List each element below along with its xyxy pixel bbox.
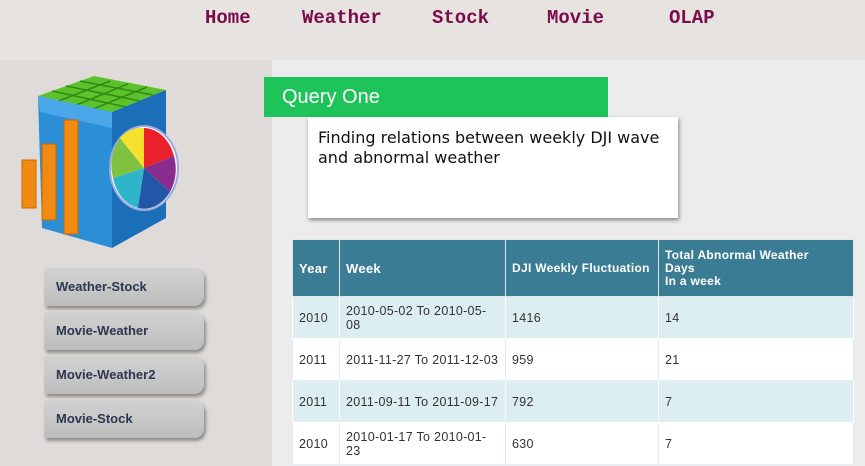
table-row: 2010 2010-01-17 To 2010-01-23 630 7 (292, 422, 854, 465)
query-description: Finding relations between weekly DJI wav… (308, 117, 678, 218)
cell-year: 2011 (292, 380, 340, 423)
column-header-abnormal-days: Total Abnormal Weather Days In a week (658, 239, 854, 297)
cell-week: 2010-01-17 To 2010-01-23 (339, 422, 506, 465)
column-header-dji: DJI Weekly Fluctuation (505, 239, 659, 297)
abnormal-header-line1: Total Abnormal Weather (665, 247, 809, 262)
table-row: 2011 2011-11-27 To 2011-12-03 959 21 (292, 338, 854, 381)
top-navigation: Home Weather Stock Movie OLAP (0, 0, 865, 60)
cell-week: 2010-05-02 To 2010-05-08 (339, 296, 506, 339)
cell-year: 2010 (292, 422, 340, 465)
cell-week: 2011-09-11 To 2011-09-17 (339, 380, 506, 423)
cell-year: 2010 (292, 296, 340, 339)
nav-movie-link[interactable]: Movie (547, 7, 604, 29)
data-cube-chart-icon (21, 76, 179, 248)
cell-days: 7 (658, 422, 854, 465)
cell-dji: 792 (505, 380, 659, 423)
nav-weather-link[interactable]: Weather (302, 7, 382, 29)
column-header-year: Year (292, 239, 340, 297)
cell-dji: 1416 (505, 296, 659, 339)
cell-dji: 630 (505, 422, 659, 465)
abnormal-header-line3: In a week (665, 273, 722, 288)
sidebar-item-movie-stock[interactable]: Movie-Stock (44, 400, 204, 438)
cell-week: 2011-11-27 To 2011-12-03 (339, 338, 506, 381)
table-row: 2010 2010-05-02 To 2010-05-08 1416 14 (292, 296, 854, 339)
sidebar-item-weather-stock[interactable]: Weather-Stock (44, 268, 204, 306)
cell-dji: 959 (505, 338, 659, 381)
table-row: 2011 2011-09-11 To 2011-09-17 792 7 (292, 380, 854, 423)
sidebar-item-movie-weather[interactable]: Movie-Weather (44, 312, 204, 350)
sidebar-item-movie-weather2[interactable]: Movie-Weather2 (44, 356, 204, 394)
column-header-week: Week (339, 239, 506, 297)
sidebar: Weather-Stock Movie-Weather Movie-Weathe… (0, 60, 272, 466)
main-content: Query One Finding relations between week… (264, 60, 865, 466)
cell-year: 2011 (292, 338, 340, 381)
query-title: Query One (264, 77, 608, 117)
cell-days: 7 (658, 380, 854, 423)
nav-olap-link[interactable]: OLAP (669, 7, 715, 29)
results-table: Year Week DJI Weekly Fluctuation Total A… (292, 239, 854, 465)
table-header-row: Year Week DJI Weekly Fluctuation Total A… (292, 239, 854, 297)
abnormal-header-line2: Days (665, 260, 695, 275)
cell-days: 21 (658, 338, 854, 381)
cell-days: 14 (658, 296, 854, 339)
nav-home-link[interactable]: Home (205, 7, 251, 29)
nav-stock-link[interactable]: Stock (432, 7, 489, 29)
